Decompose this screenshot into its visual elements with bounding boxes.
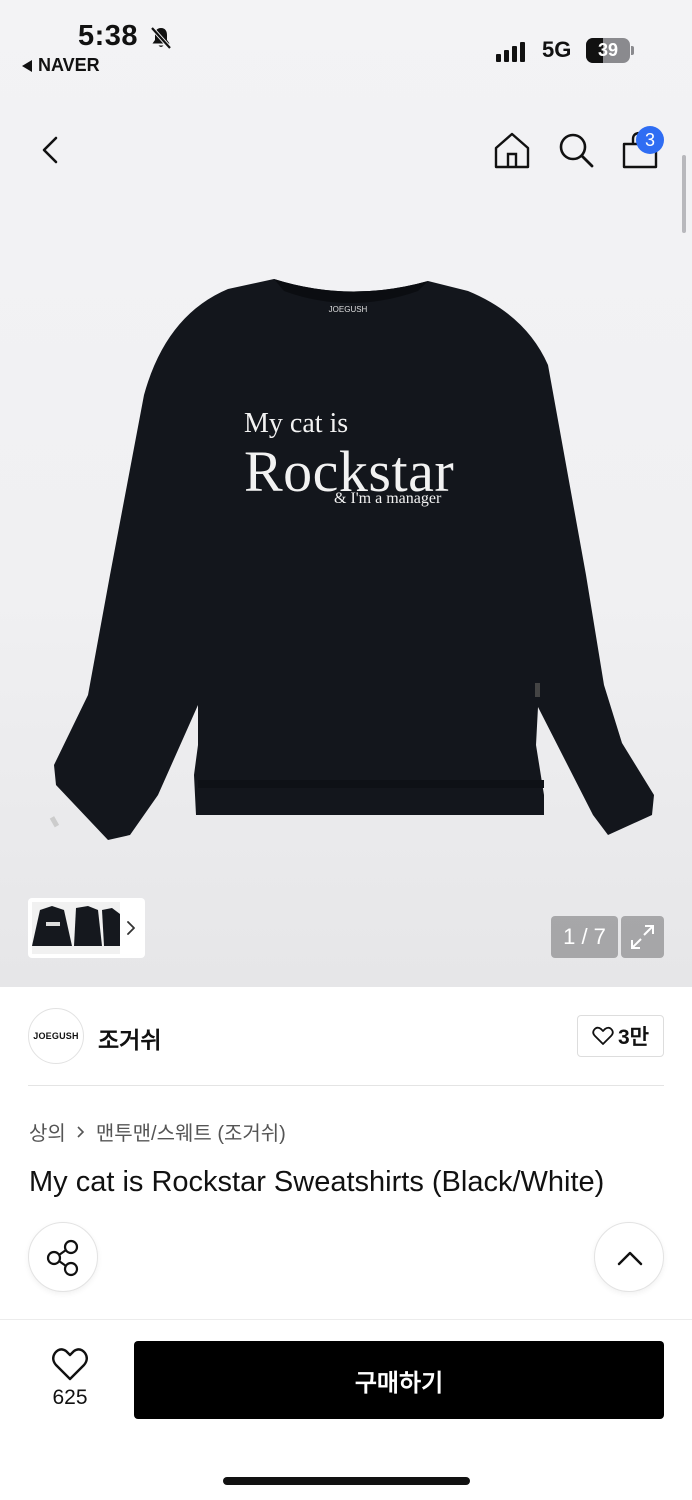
search-icon[interactable] <box>556 130 596 170</box>
buy-button[interactable]: 구매하기 <box>134 1341 664 1419</box>
status-time: 5:38 <box>78 20 139 52</box>
brand-logo[interactable]: JOEGUSH <box>28 1008 84 1064</box>
scroll-indicator <box>682 155 686 233</box>
home-indicator <box>223 1477 470 1485</box>
battery-icon: 39 <box>586 38 630 63</box>
breadcrumb: 상의 맨투맨/스웨트 (조거쉬) <box>29 1117 286 1146</box>
breadcrumb-item-category[interactable]: 맨투맨/스웨트 (조거쉬) <box>96 1117 286 1146</box>
shirt-print-line3: & I'm a manager <box>334 490 442 507</box>
share-button[interactable] <box>28 1222 98 1292</box>
breadcrumb-item-top[interactable]: 상의 <box>29 1117 66 1146</box>
cart-count-badge: 3 <box>636 126 664 154</box>
brand-like-count: 3만 <box>618 1026 649 1049</box>
back-arrow-icon <box>22 59 32 72</box>
back-app-label: NAVER <box>38 55 100 75</box>
product-image[interactable] <box>48 275 660 845</box>
bell-muted-icon <box>150 26 172 50</box>
back-to-app[interactable]: NAVER <box>22 55 100 76</box>
shirt-print-line1: My cat is <box>244 408 349 439</box>
chevron-right-icon <box>77 1125 84 1138</box>
share-icon <box>46 1239 79 1277</box>
thumbnail-image[interactable] <box>32 902 120 954</box>
signal-icon <box>496 40 525 62</box>
brand-name[interactable]: 조거쉬 <box>98 1021 161 1055</box>
chevron-up-icon <box>617 1251 643 1266</box>
scroll-to-top-button[interactable] <box>594 1222 664 1292</box>
product-title: My cat is Rockstar Sweatshirts (Black/Wh… <box>29 1166 605 1198</box>
neck-label: JOEGUSH <box>328 305 368 314</box>
divider <box>28 1085 664 1086</box>
brand-logo-text: JOEGUSH <box>33 1030 79 1041</box>
battery-level: 39 <box>597 40 619 60</box>
chevron-left-icon[interactable] <box>32 130 68 170</box>
battery-tip <box>631 46 634 55</box>
home-icon[interactable] <box>492 130 532 170</box>
heart-icon <box>592 1026 614 1045</box>
brand-like-button[interactable]: 3만 <box>577 1015 664 1057</box>
heart-icon[interactable] <box>46 1346 94 1382</box>
network-type: 5G <box>542 37 572 62</box>
expand-icon[interactable] <box>621 916 664 958</box>
chevron-right-icon[interactable] <box>124 918 138 938</box>
like-count: 625 <box>52 1386 88 1409</box>
image-counter: 1 / 7 <box>551 916 618 958</box>
